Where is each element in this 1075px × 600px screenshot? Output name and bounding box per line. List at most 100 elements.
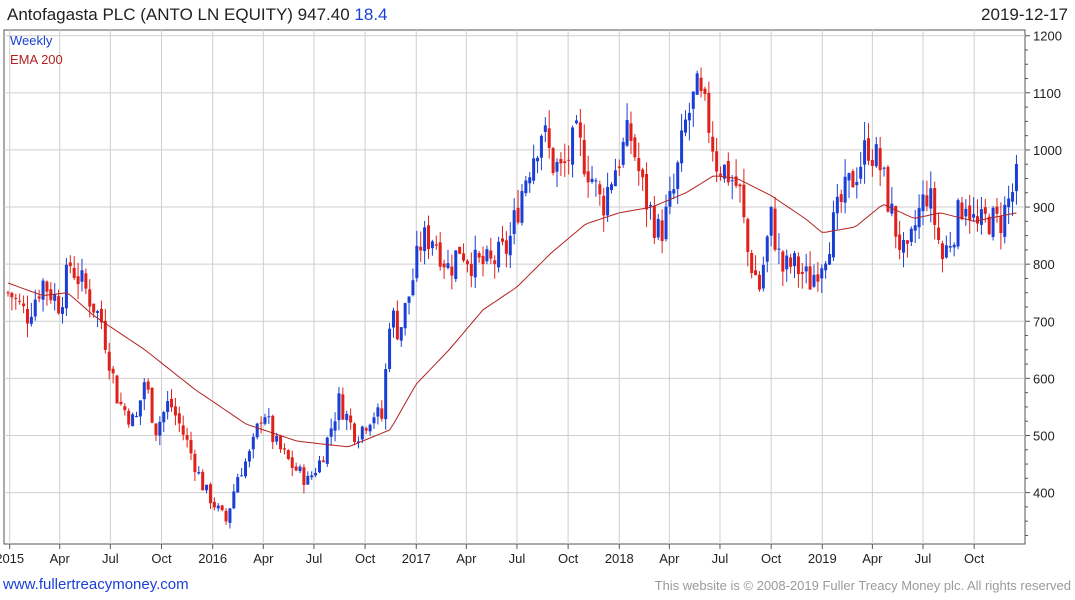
candle-body bbox=[489, 250, 493, 259]
ema-200-line bbox=[7, 175, 1017, 448]
candle-body bbox=[166, 401, 170, 413]
candle-body bbox=[22, 303, 26, 307]
candle-body bbox=[874, 144, 878, 167]
candle-body bbox=[29, 316, 33, 324]
candle-body bbox=[567, 159, 571, 161]
candle-body bbox=[314, 472, 318, 476]
candle-body bbox=[197, 471, 201, 474]
candle-body bbox=[773, 208, 777, 250]
candle-body bbox=[964, 208, 968, 217]
candle-body bbox=[972, 214, 976, 218]
candle-body bbox=[933, 188, 937, 225]
candle-body bbox=[929, 188, 933, 209]
candle-body bbox=[621, 141, 625, 165]
candle-body bbox=[88, 289, 92, 307]
candle-body bbox=[465, 260, 469, 265]
x-tick-label: Apr bbox=[50, 551, 71, 566]
candle-body bbox=[785, 255, 789, 270]
candle-body bbox=[317, 460, 321, 473]
y-tick-label: 1100 bbox=[1033, 86, 1061, 101]
grid-lines bbox=[4, 30, 1025, 544]
candle-body bbox=[680, 130, 684, 164]
y-tick-label: 600 bbox=[1033, 371, 1055, 386]
candle-body bbox=[154, 423, 158, 436]
candle-body bbox=[726, 160, 730, 183]
candle-body bbox=[983, 207, 987, 214]
candle-body bbox=[107, 351, 111, 371]
candle-body bbox=[578, 122, 582, 138]
candle-body bbox=[808, 266, 812, 290]
candle-body bbox=[497, 241, 501, 268]
candle-body bbox=[415, 245, 419, 279]
candle-body bbox=[909, 228, 913, 242]
candle-body bbox=[337, 393, 341, 421]
candle-body bbox=[127, 410, 131, 425]
candle-body bbox=[181, 425, 185, 435]
candle-body bbox=[870, 160, 874, 166]
x-tick-label: Oct bbox=[964, 551, 985, 566]
candle-body bbox=[878, 148, 882, 171]
candle-body bbox=[656, 218, 660, 238]
candle-body bbox=[201, 471, 205, 491]
candle-body bbox=[937, 227, 941, 240]
x-tick-label: Apr bbox=[253, 551, 274, 566]
website-link[interactable]: www.fullertreacymoney.com bbox=[3, 576, 189, 593]
candle-body bbox=[205, 484, 209, 491]
candle-body bbox=[407, 296, 411, 303]
candle-body bbox=[10, 292, 14, 298]
candle-body bbox=[388, 328, 392, 370]
candle-body bbox=[275, 436, 279, 442]
candle-body bbox=[590, 178, 594, 182]
candle-body bbox=[613, 170, 617, 187]
candle-body bbox=[508, 235, 512, 256]
candle-body bbox=[255, 423, 259, 438]
y-tick-label: 900 bbox=[1033, 200, 1055, 215]
candle-body bbox=[170, 398, 174, 408]
candle-body bbox=[940, 243, 944, 260]
candle-body bbox=[991, 207, 995, 237]
candle-body bbox=[804, 266, 808, 272]
candle-body bbox=[828, 254, 832, 265]
candle-body bbox=[64, 264, 68, 309]
candle-body bbox=[504, 240, 508, 254]
candle-body bbox=[995, 206, 999, 214]
candle-body bbox=[158, 421, 162, 436]
x-tick-label: Apr bbox=[456, 551, 477, 566]
candle-body bbox=[746, 219, 750, 253]
candle-body bbox=[434, 244, 438, 246]
copyright-notice: This website is © 2008-2019 Fuller Treac… bbox=[654, 578, 1071, 593]
candle-body bbox=[516, 207, 520, 223]
candle-body bbox=[820, 268, 824, 279]
candle-body bbox=[76, 276, 80, 285]
candle-body bbox=[442, 263, 446, 268]
y-axis: 400 500 600 700 800 900 1000 1100 1200 bbox=[1025, 29, 1062, 536]
candle-body bbox=[240, 475, 244, 477]
candle-body bbox=[905, 240, 909, 244]
x-tick-label: Jul bbox=[102, 551, 119, 566]
candle-body bbox=[789, 257, 793, 267]
candle-body bbox=[574, 120, 578, 124]
candle-body bbox=[750, 253, 754, 274]
y-tick-label: 400 bbox=[1033, 486, 1055, 501]
candle-body bbox=[247, 451, 251, 462]
candle-body bbox=[637, 158, 641, 172]
x-tick-label: 2016 bbox=[198, 551, 227, 566]
x-tick-label: Oct bbox=[355, 551, 376, 566]
y-tick-label: 500 bbox=[1033, 428, 1055, 443]
candle-body bbox=[25, 308, 29, 324]
candle-body bbox=[539, 135, 543, 158]
candle-body bbox=[294, 466, 298, 471]
candle-body bbox=[279, 435, 283, 450]
price-chart: 400 500 600 700 800 900 1000 1100 1200 2015 Apr Ju… bbox=[0, 29, 1062, 566]
candle-body bbox=[960, 202, 964, 220]
legend: Weekly EMA 200 bbox=[10, 33, 63, 67]
candle-body bbox=[220, 505, 224, 511]
candle-body bbox=[111, 368, 115, 374]
candle-body bbox=[859, 166, 863, 179]
candle-body bbox=[92, 303, 96, 313]
candle-body bbox=[800, 271, 804, 274]
candle-body bbox=[419, 246, 423, 251]
candle-body bbox=[380, 408, 384, 419]
y-tick-label: 1200 bbox=[1033, 29, 1062, 44]
candle-body bbox=[777, 248, 781, 250]
